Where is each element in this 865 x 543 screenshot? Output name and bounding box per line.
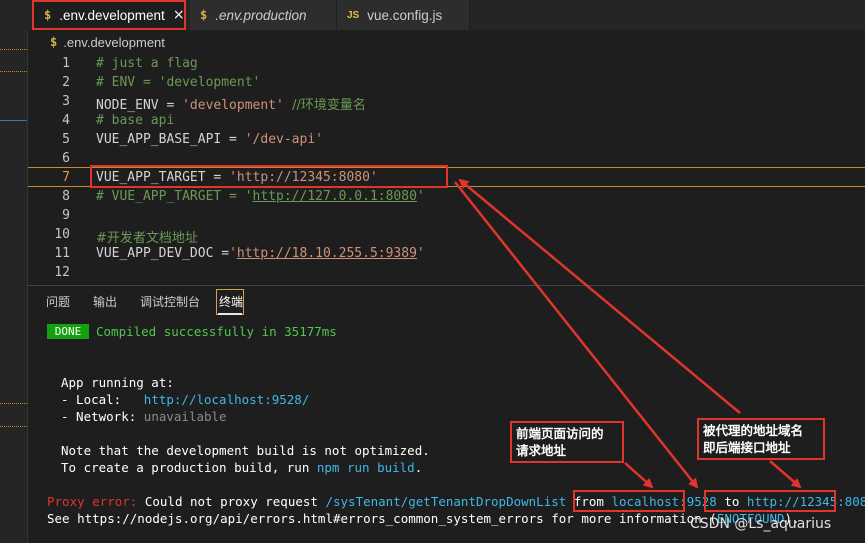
watermark: CSDN @Ls_aquarius [690,516,832,532]
arrow-note-to-url [769,460,802,489]
arrow-note-to-local [624,462,654,489]
arrow-note-to-target [458,178,741,414]
arrow-target-to-url [454,181,699,489]
annotation-arrows [454,178,802,489]
